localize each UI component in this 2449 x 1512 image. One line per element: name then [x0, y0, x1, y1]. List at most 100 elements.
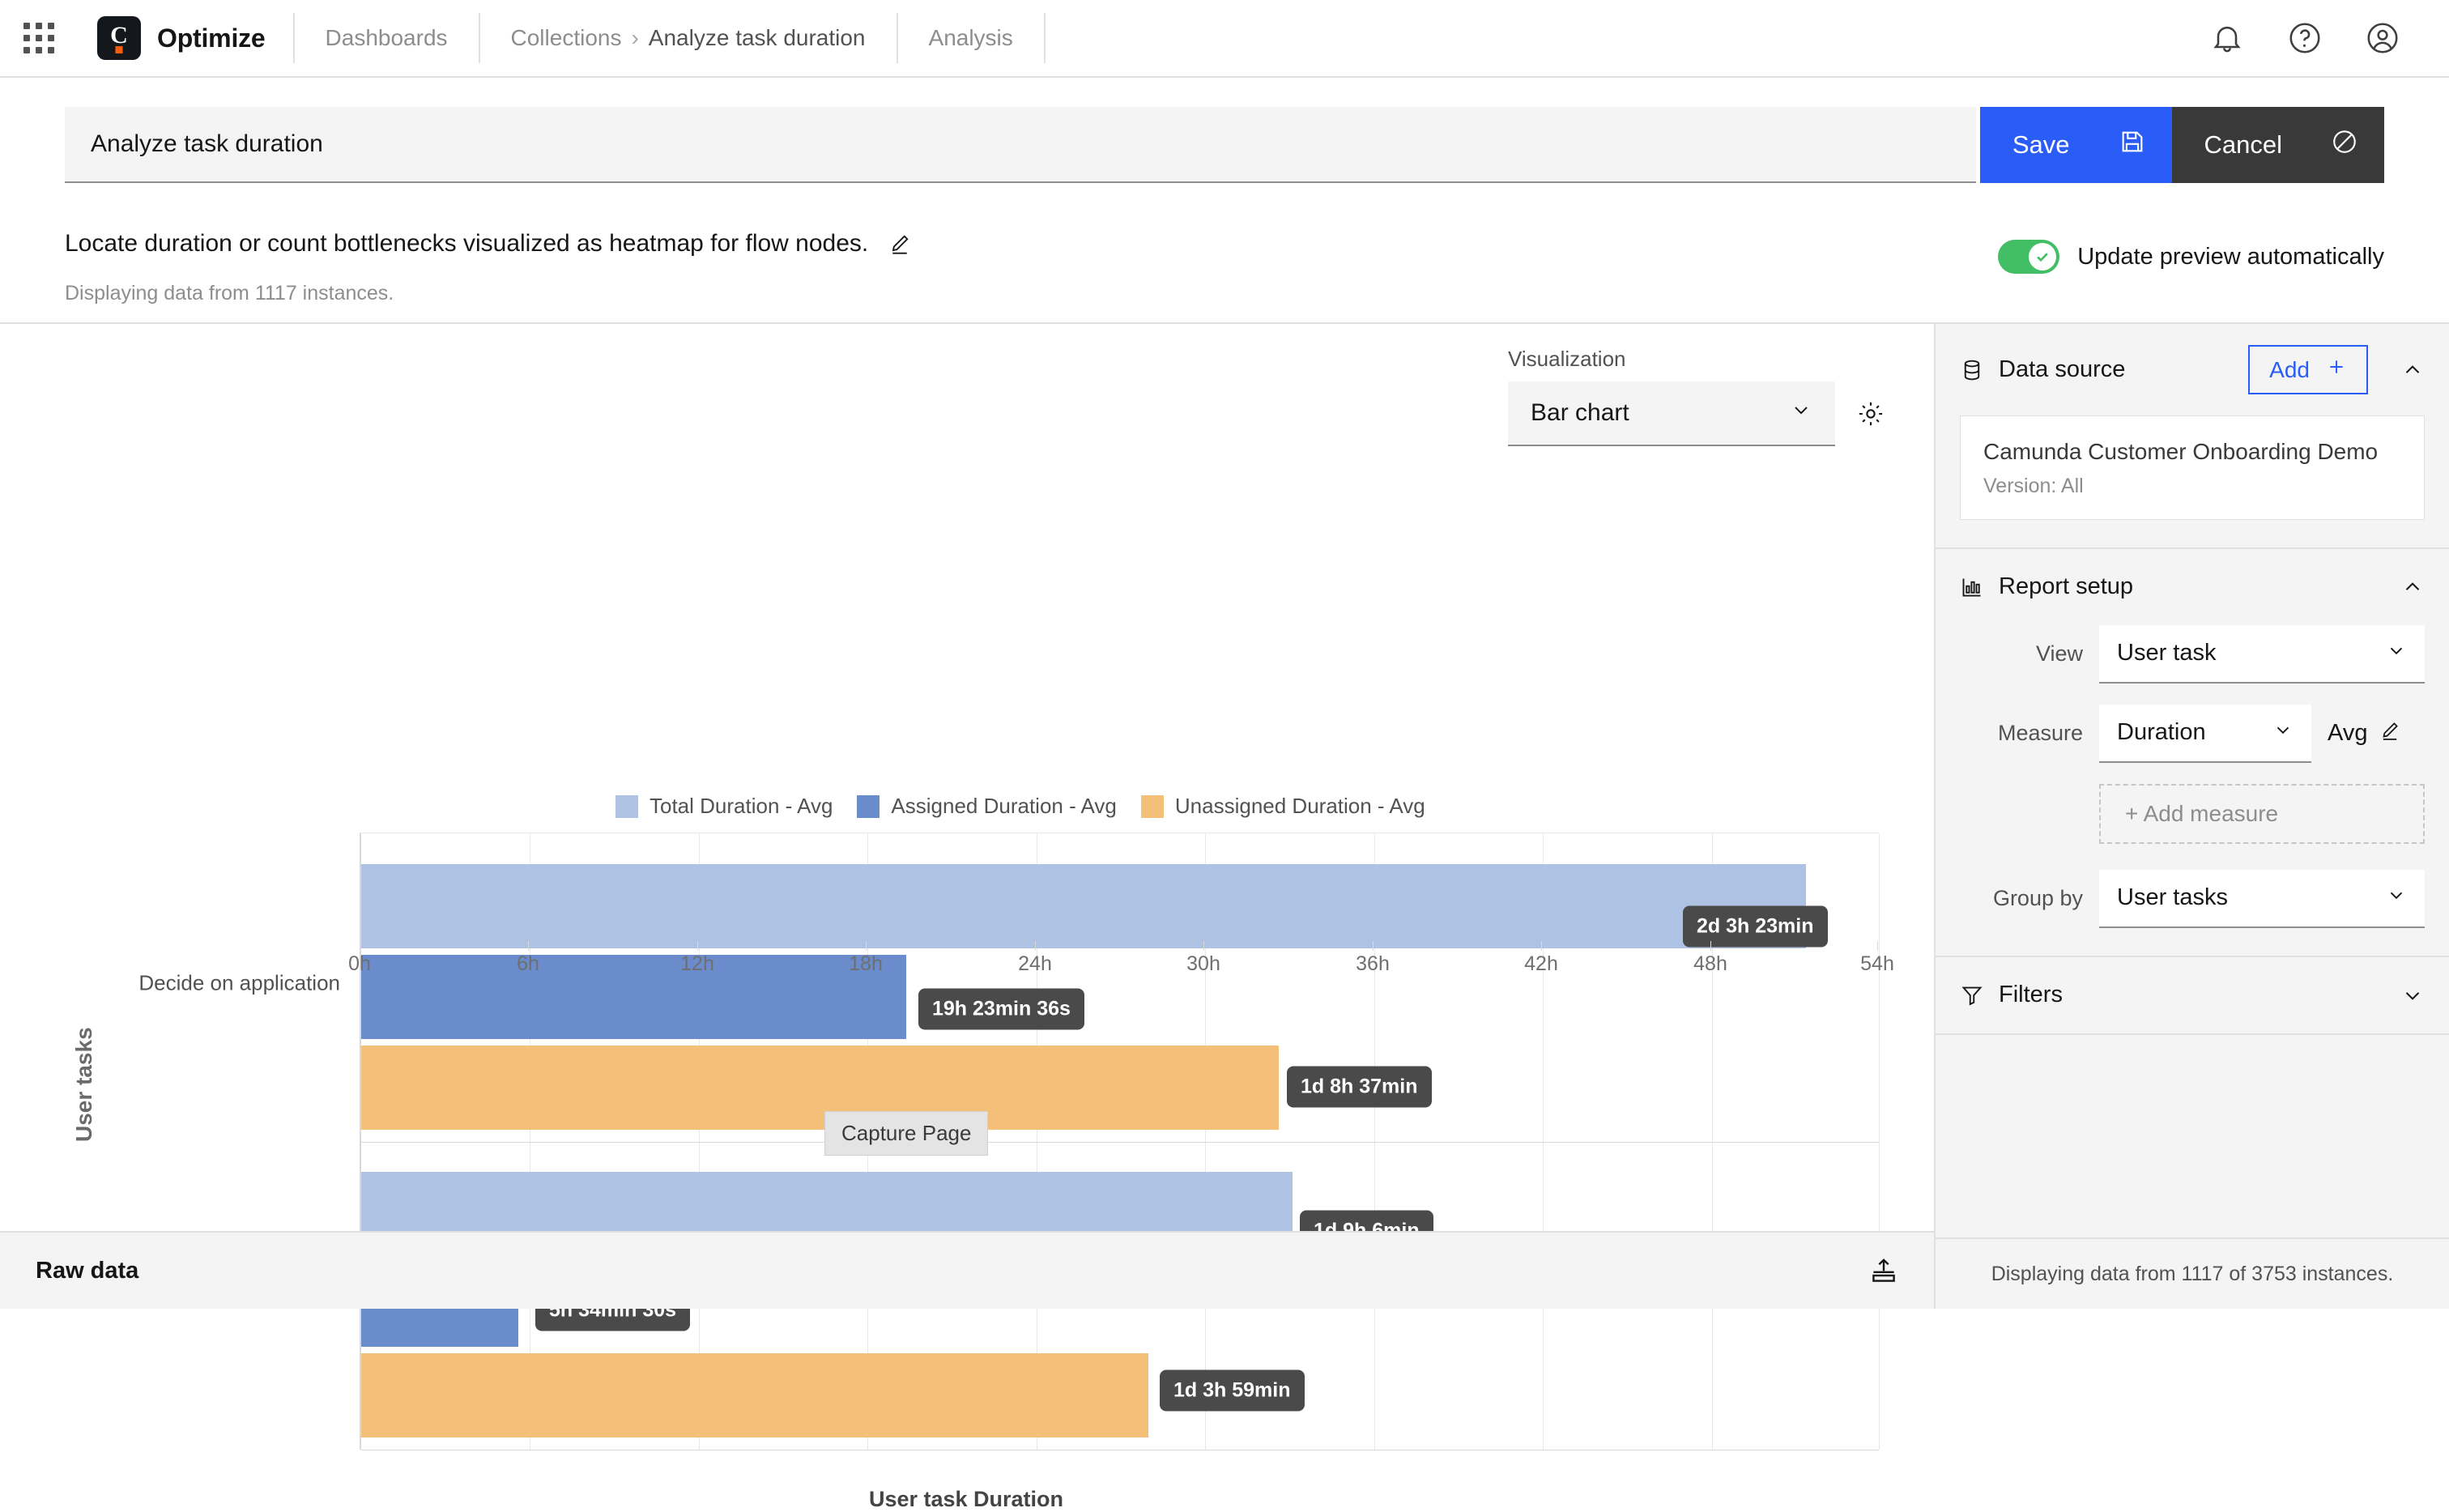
help-icon[interactable]	[2266, 0, 2344, 77]
bar-value-label-unassigned-0: 1d 8h 37min	[1287, 1067, 1432, 1108]
collapse-data-source-chevron-up-icon[interactable]	[2400, 358, 2425, 382]
camunda-logo-icon: C	[97, 16, 141, 60]
plus-icon	[2326, 356, 2347, 383]
instances-count-note: Displaying data from 1117 instances.	[65, 282, 2384, 305]
chevron-down-icon	[2386, 640, 2407, 667]
add-data-source-button[interactable]: Add	[2248, 345, 2368, 394]
legend-item-total[interactable]: Total Duration - Avg	[615, 794, 833, 819]
account-icon[interactable]	[2344, 0, 2421, 77]
capture-page-tooltip: Capture Page	[824, 1111, 988, 1156]
report-description: Locate duration or count bottlenecks vis…	[65, 230, 868, 258]
update-preview-toggle[interactable]	[1998, 240, 2059, 274]
measure-row: Measure Duration Avg	[1960, 705, 2425, 763]
bar-chart: Total Duration - Avg Assigned Duration -…	[0, 324, 1932, 1233]
x-tick-2: 12h	[680, 952, 714, 976]
report-header: Analyze task duration Locate duration or…	[0, 78, 2449, 305]
export-icon[interactable]	[1869, 1256, 1898, 1285]
bar-assigned-0[interactable]	[361, 955, 906, 1039]
category-label-0: Decide on application	[97, 971, 340, 996]
legend-swatch	[1141, 795, 1164, 818]
report-setup-header: Report setup	[1936, 549, 2449, 625]
x-tick-4: 24h	[1018, 952, 1052, 976]
legend-swatch	[857, 795, 880, 818]
x-tick-3: 18h	[849, 952, 883, 976]
bar-value-label-assigned-0: 19h 23min 36s	[918, 989, 1084, 1030]
breadcrumb-separator-icon: ›	[631, 25, 638, 51]
data-source-body: Camunda Customer Onboarding Demo Version…	[1936, 415, 2449, 547]
nav-divider	[1044, 13, 1046, 63]
toggle-knob-check-icon	[2029, 243, 2056, 270]
chevron-down-icon	[2386, 884, 2407, 912]
raw-data-bar[interactable]: Raw data	[0, 1231, 1934, 1309]
nav-analysis[interactable]: Analysis	[898, 13, 1044, 63]
brand-name: Optimize	[157, 23, 266, 53]
view-select[interactable]: User task	[2099, 625, 2425, 684]
legend-label: Assigned Duration - Avg	[891, 794, 1116, 819]
measure-select-value: Duration	[2117, 719, 2206, 746]
report-config-panel: Data source Add Camunda	[1934, 322, 2449, 1309]
breadcrumb[interactable]: Collections › Analyze task duration	[480, 13, 897, 63]
report-setup-section: Report setup View User task	[1936, 549, 2449, 957]
no-entry-icon	[2331, 128, 2358, 162]
report-title-input[interactable]: Analyze task duration	[65, 107, 1976, 183]
bar-total-0[interactable]	[361, 864, 1806, 948]
x-tick-9: 54h	[1860, 952, 1894, 976]
cancel-button-label: Cancel	[2204, 130, 2283, 160]
bar-unassigned-1[interactable]	[361, 1353, 1148, 1437]
bell-icon[interactable]	[2188, 0, 2266, 77]
groupby-row: Group by User tasks	[1960, 870, 2425, 928]
add-button-label: Add	[2269, 357, 2310, 383]
gridline	[1879, 833, 1880, 1450]
x-tick-0: 0h	[348, 952, 371, 976]
aggregation-pencil-icon	[2379, 719, 2401, 747]
save-disk-icon	[2119, 128, 2146, 162]
top-navigation-bar: C Optimize Dashboards Collections › Anal…	[0, 0, 2449, 78]
filters-section: Filters	[1936, 957, 2449, 1035]
data-source-version: Version: All	[1983, 475, 2401, 498]
add-measure-button[interactable]: + Add measure	[2099, 784, 2425, 844]
collapse-report-setup-chevron-up-icon[interactable]	[2400, 575, 2425, 599]
panel-footer-note: Displaying data from 1117 of 3753 instan…	[1936, 1237, 2449, 1309]
report-actions: Save Cancel	[1980, 107, 2384, 183]
database-icon	[1960, 358, 1984, 382]
legend-label: Unassigned Duration - Avg	[1175, 794, 1425, 819]
plot-area	[360, 833, 1879, 1450]
breadcrumb-root[interactable]: Collections	[511, 25, 622, 51]
edit-description-pencil-icon[interactable]	[888, 232, 912, 256]
report-preview-pane: Visualization Bar chart	[0, 322, 1934, 1309]
data-source-title: Data source	[1999, 356, 2125, 383]
filters-header[interactable]: Filters	[1936, 957, 2449, 1033]
measure-select[interactable]: Duration	[2099, 705, 2311, 763]
save-button-label: Save	[2012, 130, 2070, 160]
expand-filters-chevron-down-icon[interactable]	[2400, 983, 2425, 1007]
view-select-value: User task	[2117, 640, 2216, 667]
main-content: Visualization Bar chart	[0, 322, 2449, 1309]
update-preview-toggle-row: Update preview automatically	[1998, 240, 2384, 274]
legend-label: Total Duration - Avg	[650, 794, 833, 819]
nav-dashboards[interactable]: Dashboards	[295, 13, 479, 63]
bar-unassigned-0[interactable]	[361, 1046, 1279, 1130]
groupby-select[interactable]: User tasks	[2099, 870, 2425, 928]
report-setup-body: View User task Measure Duration	[1936, 625, 2449, 956]
legend-swatch	[615, 795, 638, 818]
app-switcher-grid-icon[interactable]	[0, 0, 78, 77]
report-setup-title: Report setup	[1999, 573, 2133, 600]
chart-legend: Total Duration - Avg Assigned Duration -…	[615, 794, 1425, 819]
groupby-select-value: User tasks	[2117, 884, 2228, 911]
nav-items: Dashboards Collections › Analyze task du…	[295, 0, 1046, 76]
data-source-name: Camunda Customer Onboarding Demo	[1983, 437, 2401, 466]
cancel-button[interactable]: Cancel	[2172, 107, 2385, 183]
data-source-section: Data source Add Camunda	[1936, 324, 2449, 549]
update-preview-toggle-label: Update preview automatically	[2077, 244, 2384, 270]
view-row: View User task	[1960, 625, 2425, 684]
legend-item-unassigned[interactable]: Unassigned Duration - Avg	[1141, 794, 1425, 819]
bar-value-label-unassigned-1: 1d 3h 59min	[1160, 1370, 1305, 1412]
legend-item-assigned[interactable]: Assigned Duration - Avg	[857, 794, 1116, 819]
view-label: View	[1960, 641, 2083, 667]
aggregation-edit[interactable]: Avg	[2328, 719, 2401, 747]
bar-chart-icon	[1960, 575, 1984, 599]
chevron-down-icon	[2272, 719, 2294, 747]
data-source-card[interactable]: Camunda Customer Onboarding Demo Version…	[1960, 415, 2425, 520]
save-button[interactable]: Save	[1980, 107, 2172, 183]
brand[interactable]: C Optimize	[78, 16, 293, 60]
